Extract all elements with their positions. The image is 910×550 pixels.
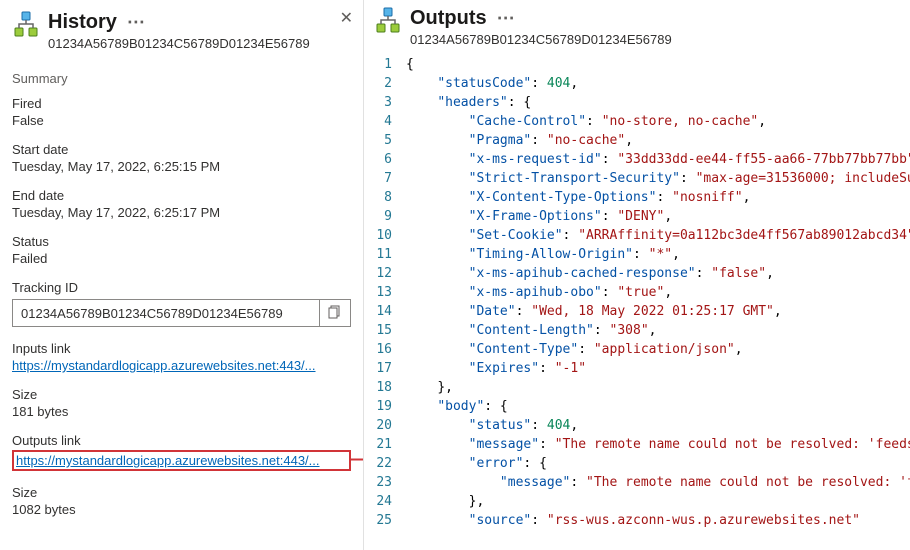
outputs-id: 01234A56789B01234C56789D01234E56789 [410, 32, 900, 47]
outputs-size-value: 1082 bytes [12, 502, 351, 517]
outputs-link-highlight: https://mystandardlogicapp.azurewebsites… [12, 450, 351, 471]
inputs-size-label: Size [12, 387, 351, 402]
outputs-link[interactable]: https://mystandardlogicapp.azurewebsites… [16, 453, 347, 468]
arrow-icon [351, 453, 364, 468]
inputs-link-label: Inputs link [12, 341, 351, 356]
status-label: Status [12, 234, 351, 249]
field-outputs-link: Outputs link https://mystandardlogicapp.… [12, 433, 351, 471]
summary-label: Summary [12, 71, 351, 86]
json-editor[interactable]: 1234567891011121314151617181920212223242… [364, 53, 910, 550]
outputs-size-label: Size [12, 485, 351, 500]
field-inputs-link: Inputs link https://mystandardlogicapp.a… [12, 341, 351, 373]
outputs-header: Outputs ⋯ 01234A56789B01234C56789D01234E… [364, 0, 910, 53]
history-id: 01234A56789B01234C56789D01234E56789 [48, 36, 351, 51]
field-outputs-size: Size 1082 bytes [12, 485, 351, 517]
history-title: History [48, 10, 117, 34]
field-status: Status Failed [12, 234, 351, 266]
tracking-id-label: Tracking ID [12, 280, 351, 295]
more-icon[interactable]: ⋯ [127, 13, 145, 31]
close-icon[interactable]: ✕ [340, 8, 353, 28]
outputs-link-label: Outputs link [12, 433, 351, 448]
copy-icon [328, 305, 342, 322]
end-date-label: End date [12, 188, 351, 203]
inputs-link[interactable]: https://mystandardlogicapp.azurewebsites… [12, 358, 351, 373]
trigger-icon [374, 6, 402, 34]
more-icon[interactable]: ⋯ [497, 9, 515, 27]
line-gutter: 1234567891011121314151617181920212223242… [364, 55, 406, 550]
field-inputs-size: Size 181 bytes [12, 387, 351, 419]
fired-label: Fired [12, 96, 351, 111]
history-header: History ⋯ 01234A56789B01234C56789D01234E… [10, 6, 353, 57]
trigger-icon [12, 10, 40, 38]
field-end-date: End date Tuesday, May 17, 2022, 6:25:17 … [12, 188, 351, 220]
end-date-value: Tuesday, May 17, 2022, 6:25:17 PM [12, 205, 351, 220]
outputs-title: Outputs [410, 6, 487, 30]
fired-value: False [12, 113, 351, 128]
start-date-label: Start date [12, 142, 351, 157]
field-tracking-id: Tracking ID [12, 280, 351, 327]
tracking-id-input[interactable] [12, 299, 319, 327]
field-start-date: Start date Tuesday, May 17, 2022, 6:25:1… [12, 142, 351, 174]
field-fired: Fired False [12, 96, 351, 128]
inputs-size-value: 181 bytes [12, 404, 351, 419]
history-panel: ✕ History ⋯ 01234A56789B01234C56789D0123… [0, 0, 364, 550]
start-date-value: Tuesday, May 17, 2022, 6:25:15 PM [12, 159, 351, 174]
outputs-panel: Outputs ⋯ 01234A56789B01234C56789D01234E… [364, 0, 910, 550]
code-content[interactable]: { "statusCode": 404, "headers": { "Cache… [406, 55, 910, 550]
status-value: Failed [12, 251, 351, 266]
copy-button[interactable] [319, 299, 351, 327]
